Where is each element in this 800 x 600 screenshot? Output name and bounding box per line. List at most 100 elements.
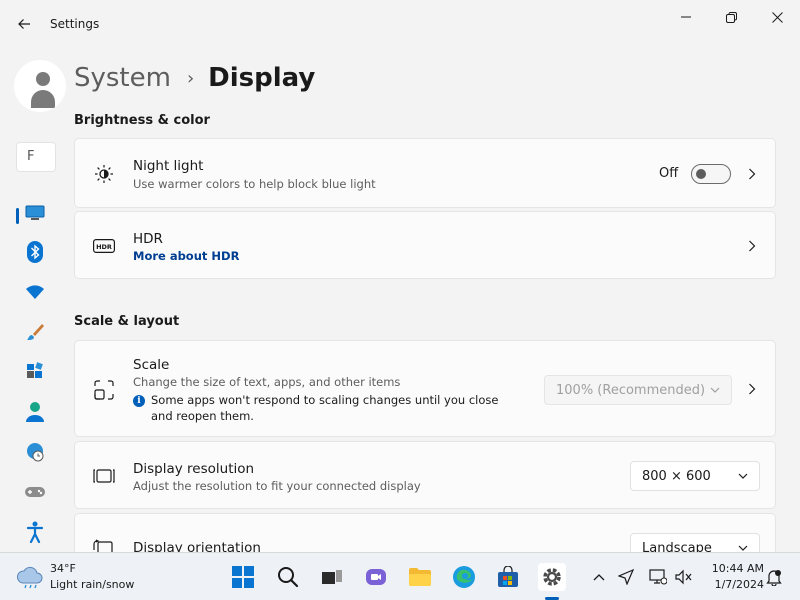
find-setting-input[interactable]: F [16,142,56,172]
night-light-toggle[interactable] [691,164,731,184]
user-avatar[interactable] [14,60,66,112]
minimize-icon [681,16,691,18]
breadcrumb-parent[interactable]: System [74,63,171,93]
scale-icon [93,379,115,401]
taskbar-clock[interactable]: 10:44 AM 1/7/2024 [700,561,764,593]
display-orientation-value: Landscape [642,540,712,553]
section-title-scale: Scale & layout [74,314,180,329]
chevron-down-icon [738,473,748,479]
breadcrumb-separator: › [186,67,195,89]
breadcrumb: System › Display [74,58,315,98]
restore-button[interactable] [719,8,743,26]
taskbar: 34°F Light rain/snow 10:44 AM 1/7/2024 [0,552,800,600]
night-light-title: Night light [133,158,204,174]
minimize-button[interactable] [674,8,698,26]
night-light-description: Use warmer colors to help block blue lig… [133,177,376,191]
taskbar-edge-browser[interactable] [450,563,478,591]
scale-description: Change the size of text, apps, and other… [133,375,401,389]
back-button[interactable] [12,12,36,36]
clock-date: 1/7/2024 [714,578,764,591]
volume-tray-icon[interactable] [674,567,694,587]
location-tray-icon[interactable] [616,567,636,587]
restore-icon [725,11,737,23]
nav-item-personalization[interactable] [24,321,46,343]
network-monitor-icon [649,569,667,585]
gamepad-icon [25,487,45,497]
night-light-icon [93,163,115,185]
accessibility-icon [26,521,44,543]
show-hidden-icons-button[interactable] [589,567,609,587]
monitor-icon [25,205,45,220]
taskbar-chat-button[interactable] [362,563,390,591]
display-orientation-dropdown[interactable]: Landscape [630,533,760,552]
nav-item-accessibility[interactable] [24,521,46,543]
apps-icon [27,362,43,378]
orientation-icon [93,537,115,552]
task-view-button[interactable] [318,563,346,591]
hdr-more-link[interactable]: More about HDR [133,249,239,263]
weather-cloud-icon [17,566,43,589]
toggle-knob [696,169,706,179]
clock-time: 10:44 AM [711,562,764,575]
content-area: System › Display Brightness & color Nigh… [74,48,776,552]
weather-widget[interactable]: 34°F Light rain/snow [16,561,156,593]
avatar-head [36,72,50,86]
scale-dropdown-value: 100% (Recommended) [556,382,706,398]
scale-card[interactable]: Scale Change the size of text, apps, and… [74,340,776,437]
taskbar-file-explorer[interactable] [406,563,434,591]
display-resolution-description: Adjust the resolution to fit your connec… [133,479,421,493]
nav-item-time-language[interactable] [24,441,46,463]
folder-icon [409,568,431,586]
edge-browser-icon [453,566,475,588]
chevron-right-icon [745,239,759,253]
chevron-down-icon [738,545,748,551]
hdr-title: HDR [133,231,163,247]
speaker-muted-icon [675,569,692,585]
page-title: Display [208,63,316,93]
store-bag-icon [498,566,518,587]
taskbar-settings[interactable] [538,563,566,591]
section-title-brightness: Brightness & color [74,113,210,128]
nav-item-network[interactable] [24,281,46,303]
scale-title: Scale [133,357,170,373]
nav-item-apps[interactable] [24,361,46,383]
display-orientation-title: Display orientation [133,540,261,552]
arrow-left-icon [18,19,30,29]
nav-item-accounts[interactable] [24,401,46,423]
night-light-card[interactable]: Night light Use warmer colors to help bl… [74,138,776,208]
search-icon [278,567,299,588]
notification-bell-icon [766,570,782,586]
weather-description: Light rain/snow [50,578,135,591]
hdr-card[interactable]: HDR HDR More about HDR [74,211,776,279]
close-button[interactable] [765,8,789,26]
start-button[interactable] [229,563,257,591]
video-chat-icon [366,569,386,585]
scale-dropdown[interactable]: 100% (Recommended) [544,375,732,405]
hdr-icon: HDR [93,235,115,257]
chevron-down-icon [710,387,720,393]
chevron-right-icon [745,167,759,181]
taskbar-store[interactable] [494,563,522,591]
person-icon [26,402,44,422]
network-tray-icon[interactable] [648,567,668,587]
night-light-state-label: Off [659,166,679,181]
svg-text:HDR: HDR [96,243,112,251]
windows-logo-icon [232,566,254,588]
display-resolution-card[interactable]: Display resolution Adjust the resolution… [74,441,776,509]
wifi-icon [26,285,44,299]
nav-item-bluetooth[interactable] [24,241,46,263]
nav-item-gaming[interactable] [24,481,46,503]
notifications-button[interactable] [764,567,784,587]
title-bar: Settings [0,0,800,48]
display-resolution-value: 800 × 600 [642,468,711,484]
display-orientation-card[interactable]: Display orientation Landscape [74,513,776,552]
nav-item-system[interactable] [24,202,46,224]
taskbar-search-button[interactable] [274,563,302,591]
scale-info-text: Some apps won't respond to scaling chang… [151,393,499,423]
app-title: Settings [50,17,100,31]
task-view-icon [322,570,342,584]
display-resolution-title: Display resolution [133,461,255,477]
display-resolution-dropdown[interactable]: 800 × 600 [630,461,760,491]
avatar-body [31,90,55,108]
location-arrow-icon [618,569,634,585]
